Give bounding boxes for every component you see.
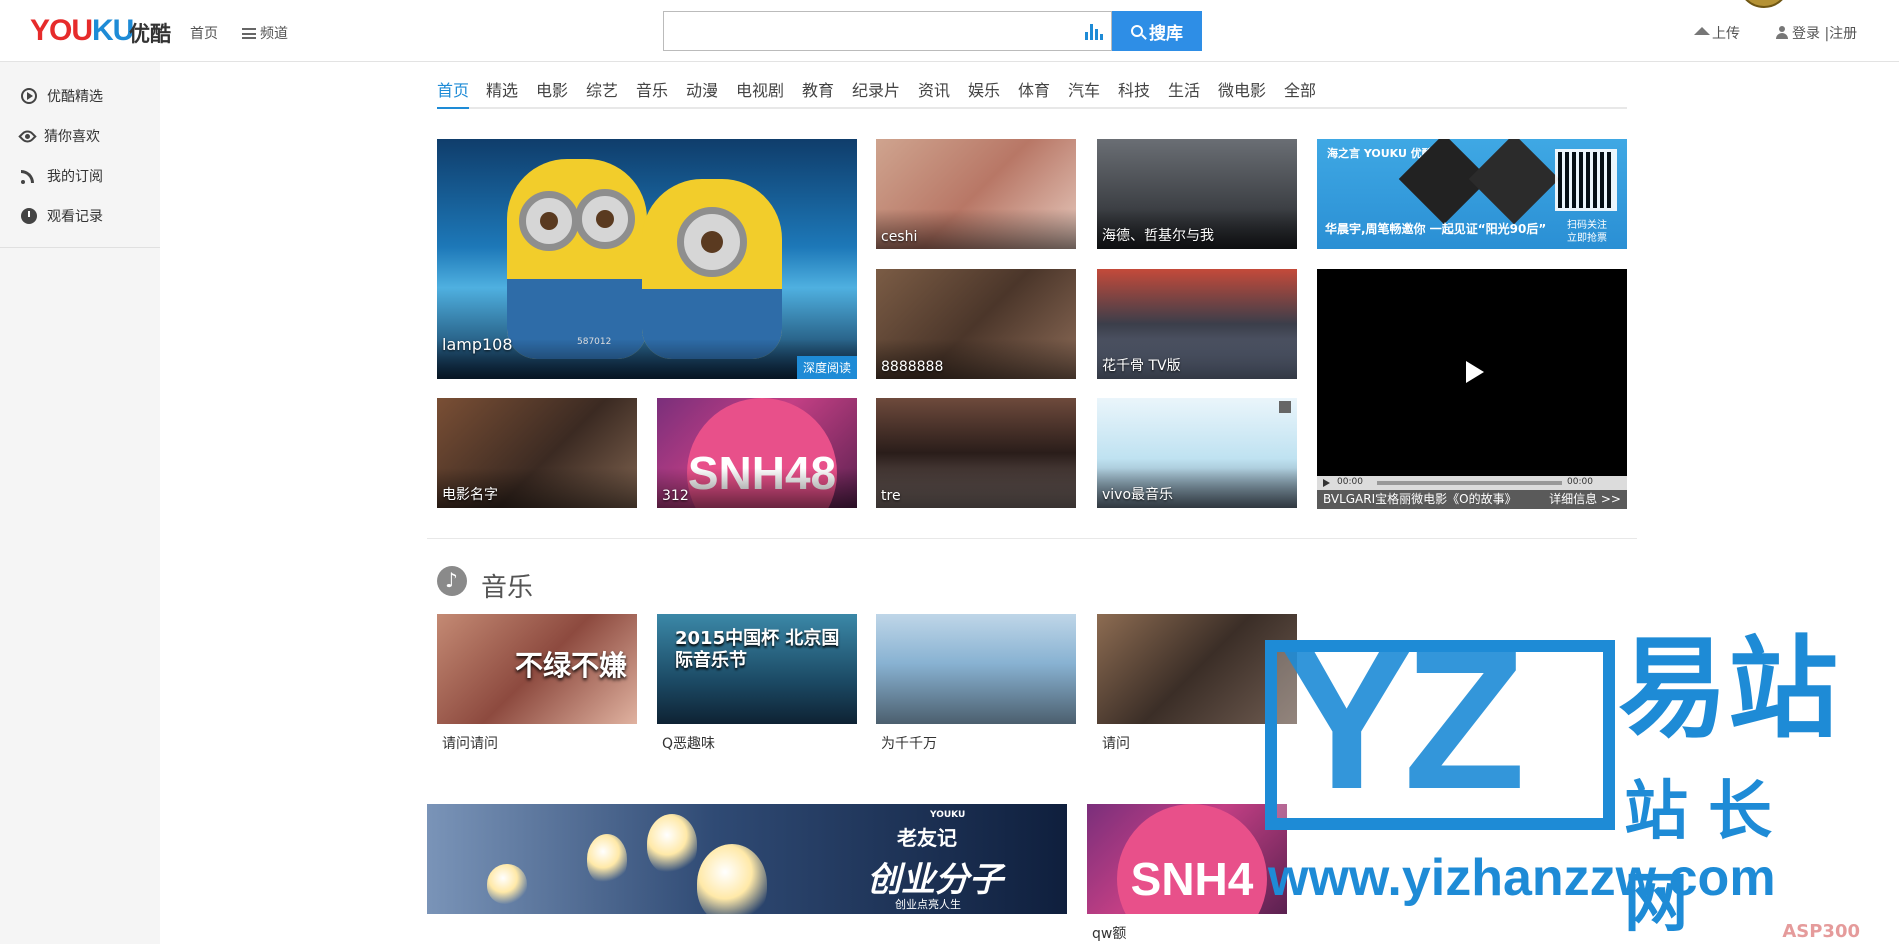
eye-icon (18, 126, 37, 146)
search-input[interactable] (664, 12, 1064, 50)
category-tab[interactable]: 科技 (1118, 77, 1150, 101)
tile-caption: 海德、哲基尔与我 (1102, 228, 1214, 244)
featured-tile[interactable]: 花千骨 TV版 (1097, 269, 1297, 379)
category-tab[interactable]: 资讯 (918, 77, 950, 101)
play-icon[interactable] (1466, 361, 1484, 383)
category-tab[interactable]: 纪录片 (852, 77, 900, 101)
music-tile[interactable]: 2015中国杯 北京国际音乐节 (657, 614, 857, 724)
tag-icon (1279, 401, 1291, 413)
featured-tile[interactable]: 海德、哲基尔与我 (1097, 139, 1297, 249)
nav-home-link[interactable]: 首页 (190, 23, 218, 43)
music-caption[interactable]: 请问请问 (442, 733, 498, 753)
category-nav: 首页 精选 电影 综艺 音乐 动漫 电视剧 教育 纪录片 资讯 娱乐 体育 汽车… (437, 77, 1627, 109)
ad-banner[interactable]: 海之言 YOUKU 优酷 华晨宇,周笔畅邀你 一起见证“阳光90后” 扫码关注立… (1317, 139, 1627, 249)
category-tab[interactable]: 汽车 (1068, 77, 1100, 101)
ad-logo: 海之言 YOUKU 优酷 (1327, 147, 1433, 160)
video-more-link[interactable]: 详细信息 >> (1549, 490, 1621, 509)
progress-bar[interactable] (1377, 481, 1562, 485)
sidebar-item-history[interactable]: 观看记录 (21, 205, 103, 227)
rss-icon (21, 168, 37, 184)
category-tab[interactable]: 综艺 (586, 77, 618, 101)
menu-icon (242, 28, 256, 39)
play-button[interactable] (1323, 479, 1330, 487)
tile-caption: 电影名字 (442, 487, 498, 503)
promo-banner[interactable]: YOUKU 老友记 创业分子 创业点亮人生 (427, 804, 1067, 914)
snh48-logo: SNH4 (1117, 804, 1267, 914)
tile-caption: 8888888 (881, 359, 944, 375)
tile-watermark: 587012 (577, 337, 612, 347)
category-tab[interactable]: 电视剧 (736, 77, 784, 101)
deep-read-badge[interactable]: 深度阅读 (796, 356, 857, 379)
featured-tile[interactable]: vivo最音乐 (1097, 398, 1297, 508)
tile-caption: ceshi (881, 229, 918, 245)
section-title[interactable]: 音乐 (481, 567, 533, 604)
featured-tile[interactable]: 电影名字 (437, 398, 637, 508)
category-tab[interactable]: 音乐 (636, 77, 668, 101)
music-caption[interactable]: 为千千万 (881, 733, 937, 753)
youku-logo-cn[interactable]: 优酷 (129, 18, 171, 48)
sidebar-item-featured[interactable]: 优酷精选 (21, 85, 103, 107)
search-icon (1131, 25, 1143, 37)
watermark-logo-box (1265, 640, 1615, 830)
featured-tile[interactable]: 8888888 (876, 269, 1076, 379)
music-tile[interactable]: SNH4 (1087, 804, 1287, 914)
tile-caption: 花千骨 TV版 (1102, 358, 1181, 374)
register-link[interactable]: 注册 (1829, 26, 1857, 42)
login-link[interactable]: 登录 (1792, 26, 1820, 42)
music-caption[interactable]: qw额 (1092, 923, 1126, 943)
music-tile[interactable] (876, 614, 1076, 724)
category-tab[interactable]: 微电影 (1218, 77, 1266, 101)
featured-tile[interactable]: SNH48 312 (657, 398, 857, 508)
video-controls: 00:00 00:00 (1317, 476, 1627, 490)
tile-caption: 312 (662, 488, 689, 504)
site-watermark: YZ 易站 站长网 www.yizhanzzw.com ASP300 (1240, 620, 1870, 944)
section-divider (427, 538, 1637, 539)
qr-code (1555, 149, 1617, 211)
promo-badge[interactable] (1738, 0, 1790, 8)
play-circle-icon (21, 88, 37, 104)
music-caption[interactable]: 请问 (1102, 733, 1130, 753)
category-tab[interactable]: 动漫 (686, 77, 718, 101)
video-player[interactable]: 00:00 00:00 BVLGARI宝格丽微电影《O的故事》 详细信息 >> (1317, 269, 1627, 509)
sidebar: 优酷精选 猜你喜欢 我的订阅 观看记录 (0, 62, 160, 944)
search-button[interactable]: 搜库 (1112, 11, 1202, 51)
featured-main-tile[interactable]: lamp108 587012 深度阅读 (437, 139, 857, 379)
music-note-icon (437, 566, 467, 596)
voice-search-icon[interactable] (1085, 22, 1103, 40)
top-header: YOUKU 优酷 首页 频道 搜库 上传 登录 |注册 (0, 0, 1899, 62)
featured-tile[interactable]: tre (876, 398, 1076, 508)
music-tile[interactable] (1097, 614, 1297, 724)
category-tab[interactable]: 首页 (437, 77, 469, 101)
nav-channel-link[interactable]: 频道 (242, 23, 288, 43)
music-caption[interactable]: Q恶趣味 (662, 733, 715, 753)
category-tab[interactable]: 精选 (486, 77, 518, 101)
watermark-logo: YZ (1280, 608, 1526, 831)
category-tab[interactable]: 娱乐 (968, 77, 1000, 101)
category-tab[interactable]: 教育 (802, 77, 834, 101)
tile-caption: tre (881, 488, 901, 504)
tile-caption: vivo最音乐 (1102, 487, 1174, 503)
video-info-bar: BVLGARI宝格丽微电影《O的故事》 详细信息 >> (1317, 490, 1627, 509)
search-box (663, 11, 1112, 51)
category-tab[interactable]: 生活 (1168, 77, 1200, 101)
user-icon (1776, 26, 1788, 39)
upload-link[interactable]: 上传 (1694, 23, 1740, 43)
youku-logo[interactable]: YOUKU (30, 14, 134, 48)
tile-caption: lamp108 (442, 335, 513, 354)
sidebar-item-subscriptions[interactable]: 我的订阅 (21, 165, 103, 187)
upload-icon (1694, 27, 1710, 35)
category-tab[interactable]: 体育 (1018, 77, 1050, 101)
active-tab-underline (437, 107, 469, 109)
category-tab[interactable]: 全部 (1284, 77, 1316, 101)
music-tile[interactable]: 不绿不嫌 (437, 614, 637, 724)
sidebar-divider (0, 247, 160, 248)
sidebar-item-recommend[interactable]: 猜你喜欢 (18, 125, 100, 147)
featured-tile[interactable]: ceshi (876, 139, 1076, 249)
category-tab[interactable]: 电影 (536, 77, 568, 101)
login-area: 登录 |注册 (1776, 23, 1857, 43)
clock-icon (21, 208, 37, 224)
